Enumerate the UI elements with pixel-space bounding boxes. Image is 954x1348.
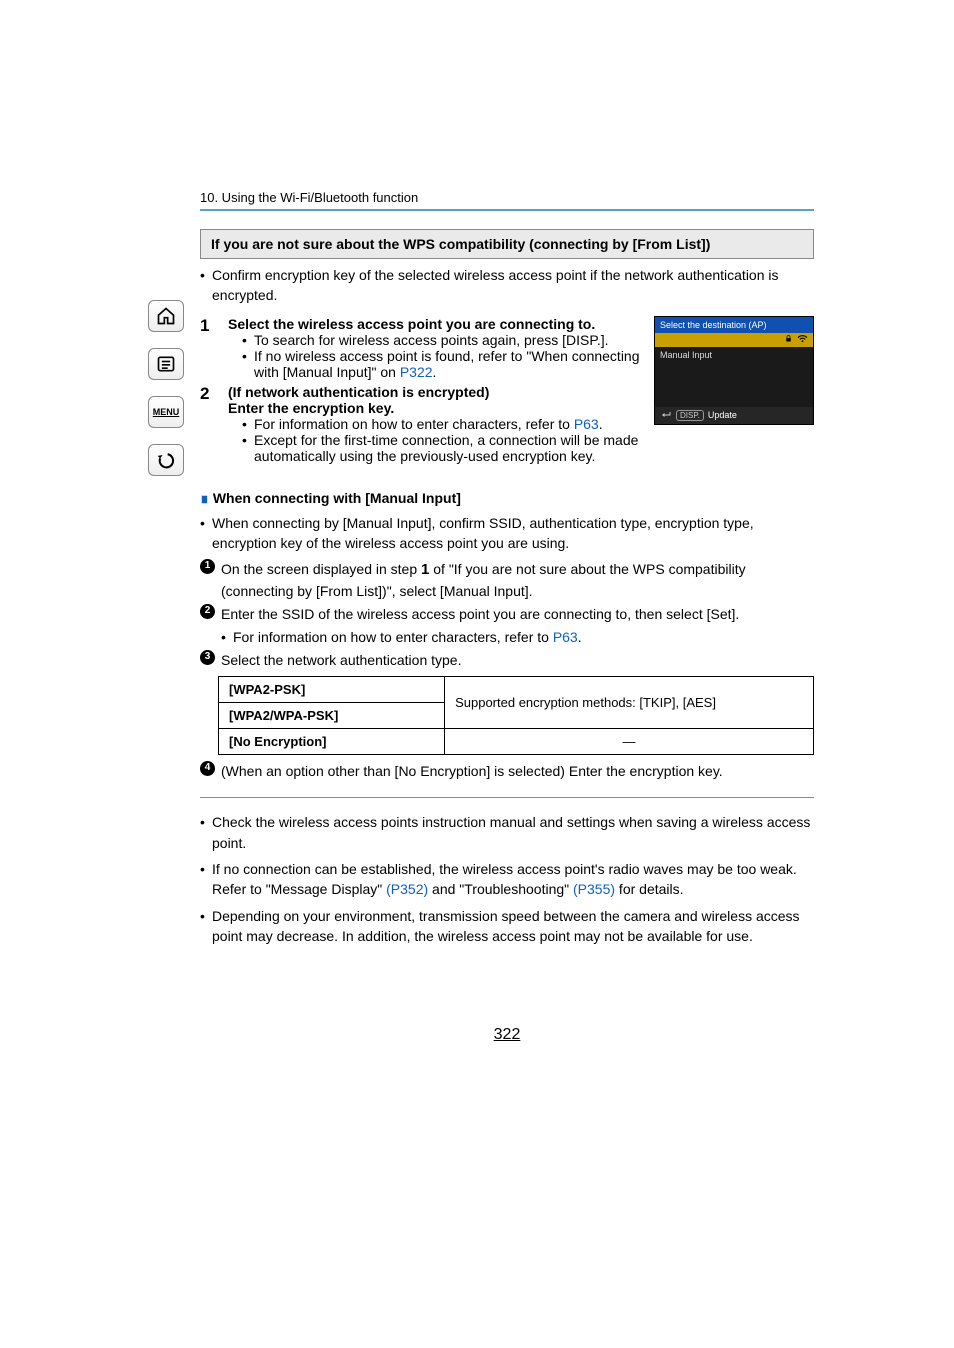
link-p352[interactable]: (P352): [386, 881, 428, 897]
step-2-sub-2: Except for the first-time connection, a …: [254, 432, 644, 464]
disp-pill: DISP.: [676, 410, 704, 421]
home-icon: [156, 306, 176, 326]
return-icon: [660, 410, 672, 421]
back-arrow-icon: [156, 450, 176, 470]
step-2-sub-1: For information on how to enter characte…: [254, 416, 644, 432]
link-p63-a[interactable]: P63: [574, 416, 599, 432]
wifi-icon: [797, 334, 808, 345]
auth-right1: Supported encryption methods: [TKIP], [A…: [445, 677, 814, 729]
step-2-title-a: (If network authentication is encrypted): [228, 384, 644, 400]
lock-icon: [784, 334, 793, 345]
step-2: 2 (If network authentication is encrypte…: [200, 384, 644, 464]
sidebar: MENU: [148, 300, 184, 476]
substep-4: 4 (When an option other than [No Encrypt…: [200, 761, 814, 781]
step-1-sub-2: If no wireless access point is found, re…: [254, 348, 644, 380]
note-3: Depending on your environment, transmiss…: [212, 906, 814, 947]
link-p63-b[interactable]: P63: [553, 629, 578, 645]
figure-selected-row: [655, 333, 813, 347]
notes-block: •Check the wireless access points instru…: [200, 797, 814, 946]
figure-footer: DISP. Update: [655, 407, 813, 424]
auth-r3: [No Encryption]: [219, 729, 445, 755]
link-p322[interactable]: P322: [400, 364, 433, 380]
back-button[interactable]: [148, 444, 184, 476]
figure-row-manual: Manual Input: [655, 347, 813, 363]
section-banner: If you are not sure about the WPS compat…: [200, 229, 814, 259]
note-2: If no connection can be established, the…: [212, 859, 814, 900]
page-number: 322: [200, 1026, 814, 1044]
auth-r1: [WPA2-PSK]: [219, 677, 445, 703]
step-2-title-b: Enter the encryption key.: [228, 400, 644, 416]
note-1: Check the wireless access points instruc…: [212, 812, 814, 853]
subsection-title: ∎ When connecting with [Manual Input]: [200, 490, 814, 507]
menu-label: MENU: [153, 407, 180, 417]
home-button[interactable]: [148, 300, 184, 332]
substep-1: 1 On the screen displayed in step 1 of "…: [200, 559, 814, 601]
contents-button[interactable]: [148, 348, 184, 380]
link-p355[interactable]: (P355): [573, 881, 615, 897]
subsection-intro: •When connecting by [Manual Input], conf…: [200, 513, 814, 554]
auth-table: [WPA2-PSK] Supported encryption methods:…: [218, 676, 814, 755]
menu-button[interactable]: MENU: [148, 396, 184, 428]
auth-r2: [WPA2/WPA-PSK]: [219, 703, 445, 729]
step-1-title: Select the wireless access point you are…: [228, 316, 644, 332]
substep-2: 2 Enter the SSID of the wireless access …: [200, 604, 814, 647]
figure-footer-text: Update: [708, 410, 737, 420]
intro-note: •Confirm encryption key of the selected …: [200, 265, 814, 306]
auth-right3: —: [445, 729, 814, 755]
step-1: 1 Select the wireless access point you a…: [200, 316, 644, 380]
step-1-sub-1: To search for wireless access points aga…: [254, 332, 644, 348]
substep-3: 3 Select the network authentication type…: [200, 650, 814, 670]
list-icon: [156, 354, 176, 374]
screenshot-figure: Select the destination (AP) Manual Input: [654, 316, 814, 425]
breadcrumb: 10. Using the Wi-Fi/Bluetooth function: [200, 190, 814, 211]
figure-title: Select the destination (AP): [655, 317, 813, 333]
